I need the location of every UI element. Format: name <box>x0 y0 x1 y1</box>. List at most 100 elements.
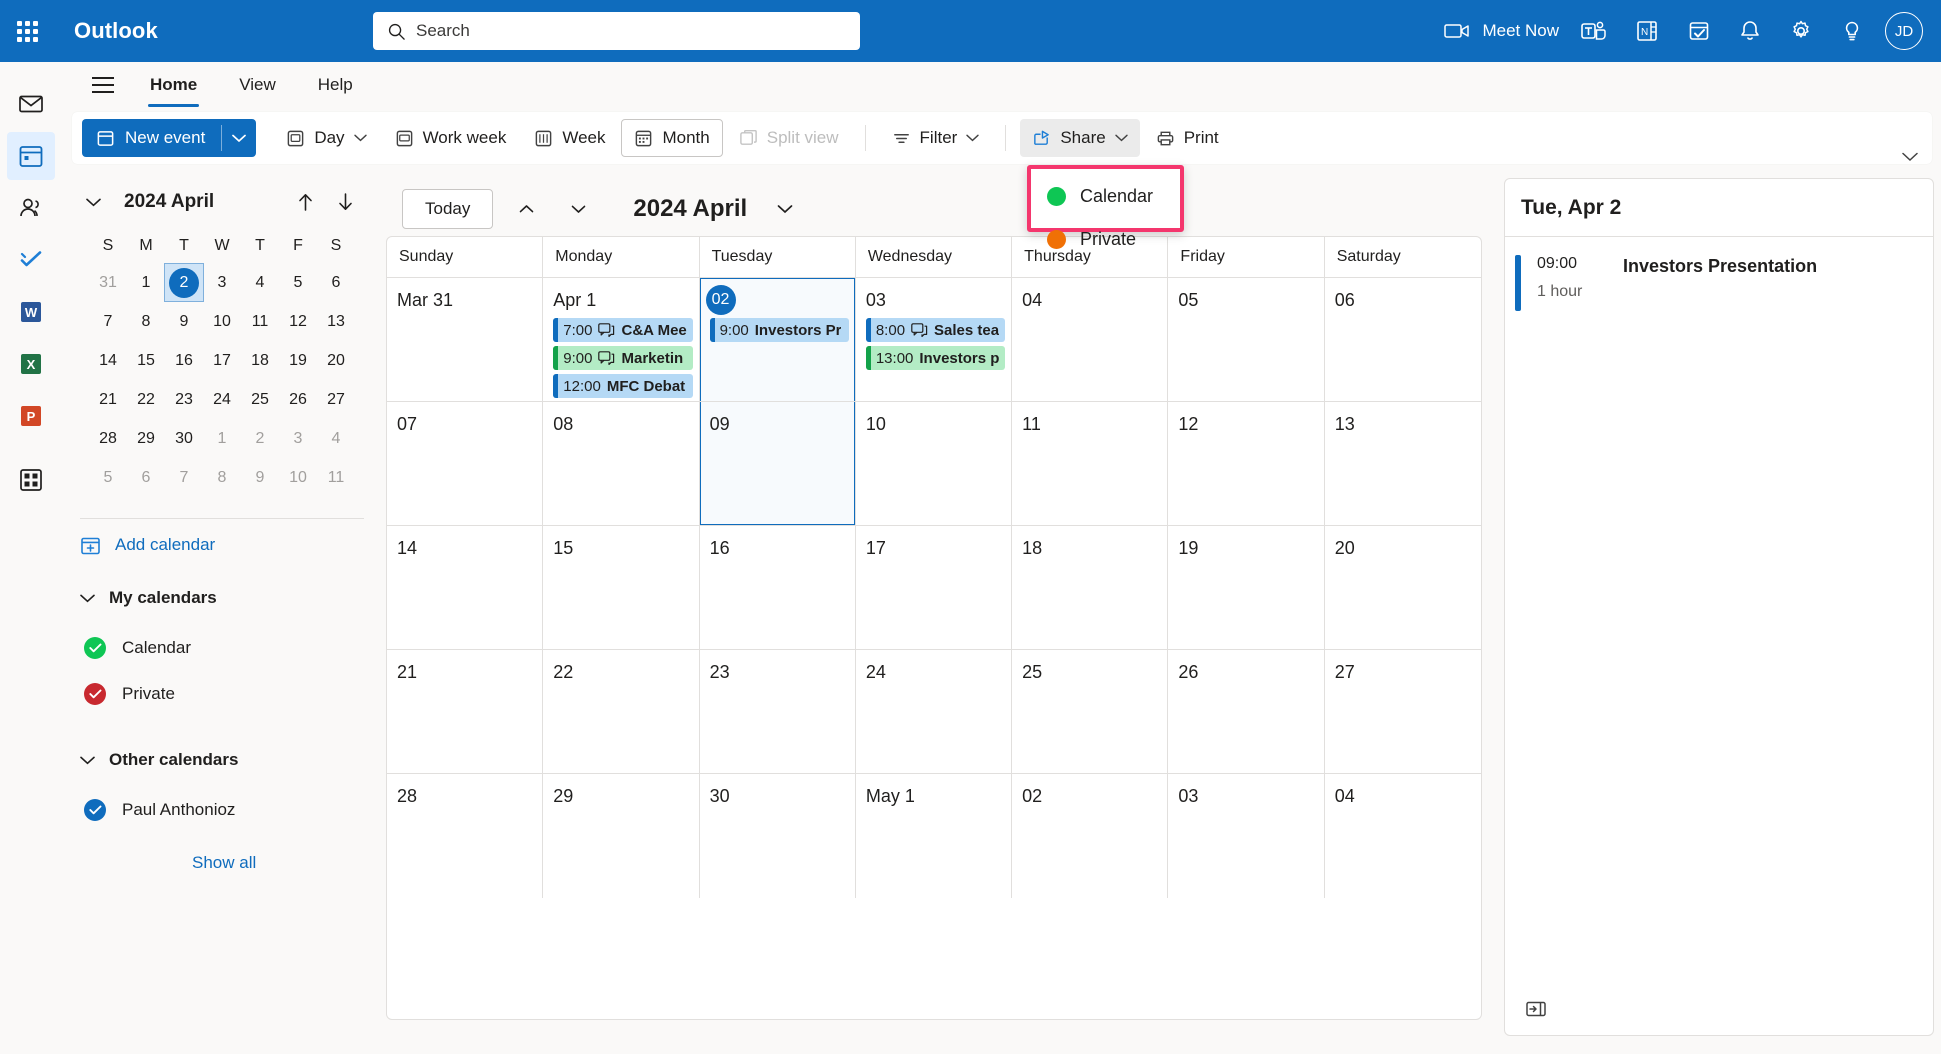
view-day-button[interactable]: Day <box>274 119 378 157</box>
mini-calendar-day[interactable]: 8 <box>203 459 241 496</box>
day-cell[interactable]: 03 8:00 Sales tea 13:00 Investors p <box>856 278 1013 401</box>
day-cell[interactable]: 19 <box>1168 526 1325 649</box>
mini-calendar-day[interactable]: 1 <box>127 264 165 301</box>
mini-calendar-day[interactable]: 13 <box>317 303 355 340</box>
day-cell[interactable]: 05 <box>1168 278 1325 401</box>
sidebar-calendar-paul-anthonioz[interactable]: Paul Anthonioz <box>62 787 382 833</box>
mini-calendar-day[interactable]: 8 <box>127 303 165 340</box>
todo-icon[interactable] <box>1673 0 1725 62</box>
next-period-button[interactable] <box>559 190 597 228</box>
today-button[interactable]: Today <box>402 189 494 229</box>
day-cell[interactable]: 27 <box>1325 650 1481 773</box>
notifications-icon[interactable] <box>1725 0 1775 62</box>
mini-calendar-day[interactable]: 2 <box>241 420 279 457</box>
other-calendars-group-header[interactable]: Other calendars <box>62 733 382 787</box>
day-cell[interactable]: 04 <box>1012 278 1169 401</box>
mini-calendar-day[interactable]: 12 <box>279 303 317 340</box>
share-menu-item-calendar[interactable]: Calendar <box>1031 175 1180 218</box>
new-event-dropdown-button[interactable] <box>222 119 256 157</box>
mini-calendar-day[interactable]: 25 <box>241 381 279 418</box>
tab-view[interactable]: View <box>223 69 292 101</box>
view-work-week-button[interactable]: Work week <box>383 119 519 157</box>
mini-calendar-day[interactable]: 10 <box>203 303 241 340</box>
day-cell[interactable]: 26 <box>1168 650 1325 773</box>
day-cell[interactable]: 18 <box>1012 526 1169 649</box>
mini-calendar-day[interactable]: 26 <box>279 381 317 418</box>
mini-calendar-day[interactable]: 1 <box>203 420 241 457</box>
day-cell[interactable]: 14 <box>387 526 544 649</box>
ribbon-collapse-icon[interactable] <box>1902 152 1918 162</box>
mini-calendar-day[interactable]: 4 <box>317 420 355 457</box>
mini-calendar-day[interactable]: 17 <box>203 342 241 379</box>
mini-calendar-day[interactable]: 31 <box>89 264 127 301</box>
rail-item-excel[interactable]: X <box>7 340 55 388</box>
sidebar-calendar-calendar[interactable]: Calendar <box>62 625 382 671</box>
chevron-down-icon[interactable] <box>353 134 367 142</box>
rail-item-calendar[interactable] <box>7 132 55 180</box>
rail-item-powerpoint[interactable]: P <box>7 392 55 440</box>
mini-calendar-day[interactable]: 19 <box>279 342 317 379</box>
calendar-event[interactable]: 9:00 Marketin <box>553 346 693 370</box>
view-week-button[interactable]: Week <box>522 119 617 157</box>
calendar-event[interactable]: 9:00 Investors Pr <box>709 318 849 342</box>
day-cell[interactable]: 28 <box>387 774 544 898</box>
day-cell[interactable]: Apr 1 7:00 C&A Mee 9:00 Marketin 12:00 MFC Deb… <box>543 278 700 401</box>
mini-calendar-day[interactable]: 11 <box>241 303 279 340</box>
mini-calendar-day[interactable]: 6 <box>127 459 165 496</box>
calendar-event[interactable]: 8:00 Sales tea <box>865 318 1006 342</box>
chevron-down-icon[interactable] <box>1115 134 1128 142</box>
mini-calendar-day[interactable]: 9 <box>241 459 279 496</box>
search-input[interactable] <box>416 14 816 48</box>
day-cell[interactable]: May 1 <box>856 774 1013 898</box>
print-button[interactable]: Print <box>1144 119 1231 157</box>
add-calendar-button[interactable]: Add calendar <box>62 519 382 571</box>
day-cell[interactable]: 22 <box>543 650 700 773</box>
sidebar-calendar-private[interactable]: Private <box>62 671 382 717</box>
tab-home[interactable]: Home <box>134 69 213 107</box>
day-cell[interactable]: 06 <box>1325 278 1481 401</box>
agenda-event-item[interactable]: 09:00 1 hour Investors Presentation <box>1505 237 1933 311</box>
mini-calendar-next-button[interactable] <box>330 187 360 217</box>
calendar-period-dropdown-icon[interactable] <box>777 204 793 214</box>
day-cell[interactable]: 13 <box>1325 402 1481 525</box>
day-cell[interactable]: 21 <box>387 650 544 773</box>
avatar[interactable]: JD <box>1885 12 1923 50</box>
help-icon[interactable] <box>1827 0 1877 62</box>
mini-calendar-day[interactable]: 21 <box>89 381 127 418</box>
day-cell[interactable]: 02 9:00 Investors Pr <box>699 278 856 401</box>
calendar-event[interactable]: 12:00 MFC Debat <box>553 374 693 398</box>
hamburger-menu-icon[interactable] <box>82 67 124 103</box>
mini-calendar-day[interactable]: 18 <box>241 342 279 379</box>
mini-calendar-day[interactable]: 27 <box>317 381 355 418</box>
settings-icon[interactable] <box>1775 0 1827 62</box>
view-month-button[interactable]: Month <box>621 119 723 157</box>
rail-item-more-apps[interactable] <box>7 456 55 504</box>
mini-calendar-day[interactable]: 28 <box>89 420 127 457</box>
meet-now-button[interactable]: Meet Now <box>1430 0 1567 62</box>
mini-calendar-day[interactable]: 24 <box>203 381 241 418</box>
mini-calendar-day[interactable]: 23 <box>165 381 203 418</box>
day-cell[interactable]: Mar 31 <box>387 278 544 401</box>
app-launcher-icon[interactable] <box>0 0 54 62</box>
day-cell[interactable]: 07 <box>387 402 544 525</box>
chevron-down-icon[interactable] <box>966 134 980 142</box>
day-cell[interactable]: 12 <box>1168 402 1325 525</box>
day-cell[interactable]: 25 <box>1012 650 1169 773</box>
calendar-event[interactable]: 7:00 C&A Mee <box>553 318 693 342</box>
filter-button[interactable]: Filter <box>880 119 992 157</box>
previous-period-button[interactable] <box>507 190 545 228</box>
mini-calendar-day[interactable]: 14 <box>89 342 127 379</box>
checkbox-checked-icon[interactable] <box>84 799 106 821</box>
mini-calendar-day[interactable]: 15 <box>127 342 165 379</box>
day-cell[interactable]: 24 <box>856 650 1013 773</box>
mini-calendar-day[interactable]: 6 <box>317 264 355 301</box>
mini-calendar-day[interactable]: 16 <box>165 342 203 379</box>
mini-calendar-day[interactable]: 5 <box>89 459 127 496</box>
mini-calendar-day[interactable]: 7 <box>89 303 127 340</box>
mini-calendar-day-selected[interactable]: 2 <box>164 263 204 302</box>
day-cell[interactable]: 02 <box>1012 774 1169 898</box>
onenote-icon[interactable]: N <box>1621 0 1673 62</box>
day-cell[interactable]: 09 <box>699 402 856 525</box>
checkbox-checked-icon[interactable] <box>84 683 106 705</box>
day-cell[interactable]: 03 <box>1168 774 1325 898</box>
